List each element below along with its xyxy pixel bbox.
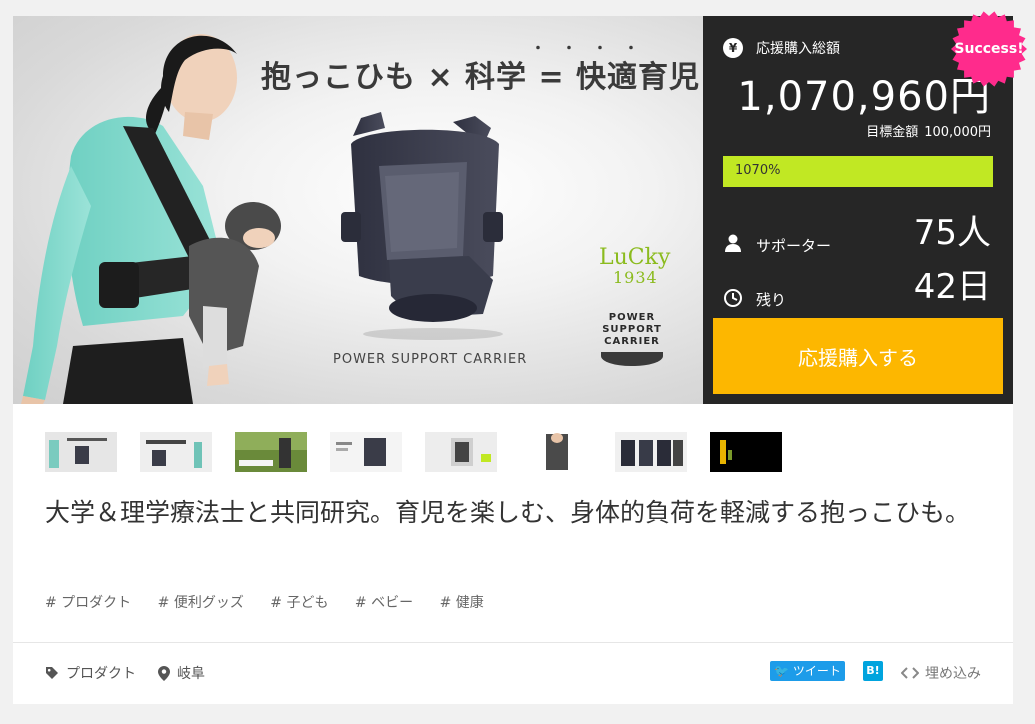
thumbnail[interactable] [520,432,592,472]
psc-logo: POWER SUPPORT CARRIER [601,312,663,366]
psc-logo-line: CARRIER [604,336,660,347]
thumbnail[interactable] [425,432,497,472]
tweet-button[interactable]: 🐦 ツイート [770,661,845,681]
goal-value: 100,000円 [924,125,991,140]
remaining-days: 42日 [913,267,991,307]
support-purchase-button[interactable]: 応援購入する [713,318,1003,394]
hatena-bookmark-button[interactable]: B! [863,661,883,681]
tag[interactable]: # ベビー [355,595,413,611]
tag[interactable]: # 健康 [440,595,484,611]
project-card: ・・・・ 抱っこひも × 科学 = 快適育児 POWER SUPPORT CAR… [13,11,1027,704]
tag[interactable]: # 子ども [270,595,328,611]
tweet-label: ツイート [792,664,841,678]
user-icon [725,234,741,252]
thumbnail[interactable] [140,432,212,472]
hero-headline-dots: ・・・・ [531,41,655,57]
hero-headline: ・・・・ 抱っこひも × 科学 = 快適育児 [261,41,701,96]
brand-logo: LuCky 1934 [599,245,671,288]
psc-logo-band [601,352,663,366]
brand-logo-name: LuCky [599,245,671,270]
success-badge-text: Success! [954,41,1024,57]
psc-logo-line: SUPPORT [602,324,662,335]
tag[interactable]: # 便利グッズ [158,595,244,611]
thumbnail[interactable] [710,432,782,472]
divider [13,642,1013,643]
tag-list: # プロダクト # 便利グッズ # 子ども # ベビー # 健康 [45,592,506,612]
psc-logo-line: POWER [608,312,656,323]
embed-label: 埋め込み [925,666,981,682]
yen-icon: ¥ [723,38,743,58]
progress-bar: 1070% [723,156,993,187]
location-link[interactable]: 岐阜 [177,663,205,683]
location-pin-icon [158,665,170,681]
thumbnail[interactable] [45,432,117,472]
thumbnail[interactable] [330,432,402,472]
brand-logo-year: 1934 [613,268,658,287]
code-icon [901,667,919,679]
progress-text: 1070% [735,163,781,178]
hero-image[interactable]: ・・・・ 抱っこひも × 科学 = 快適育児 POWER SUPPORT CAR… [13,16,703,404]
goal-label: 目標金額 [866,125,919,140]
supporters-label: サポーター [756,237,832,255]
clock-icon [724,289,742,307]
tag-icon [46,667,58,679]
hero-headline-text: 抱っこひも × 科学 = 快適育児 [261,60,701,95]
success-badge: Success! [950,10,1028,88]
project-description: 大学＆理学療法士と共同研究。育児を楽しむ、身体的負荷を軽減する抱っこひも。 [45,498,971,527]
category-link[interactable]: プロダクト [66,663,136,683]
total-label: 応援購入総額 [756,41,840,57]
tag[interactable]: # プロダクト [45,595,131,611]
embed-button[interactable]: 埋め込み [901,663,981,683]
twitter-bird-icon: 🐦 [774,664,790,678]
hero-caption: POWER SUPPORT CARRIER [333,352,528,367]
project-meta: プロダクト 岐阜 [45,663,205,683]
goal-amount: 目標金額 100,000円 [866,121,991,140]
thumbnail[interactable] [615,432,687,472]
supporters-count: 75人 [913,213,991,253]
thumbnail[interactable] [235,432,307,472]
remaining-label: 残り [756,291,787,309]
